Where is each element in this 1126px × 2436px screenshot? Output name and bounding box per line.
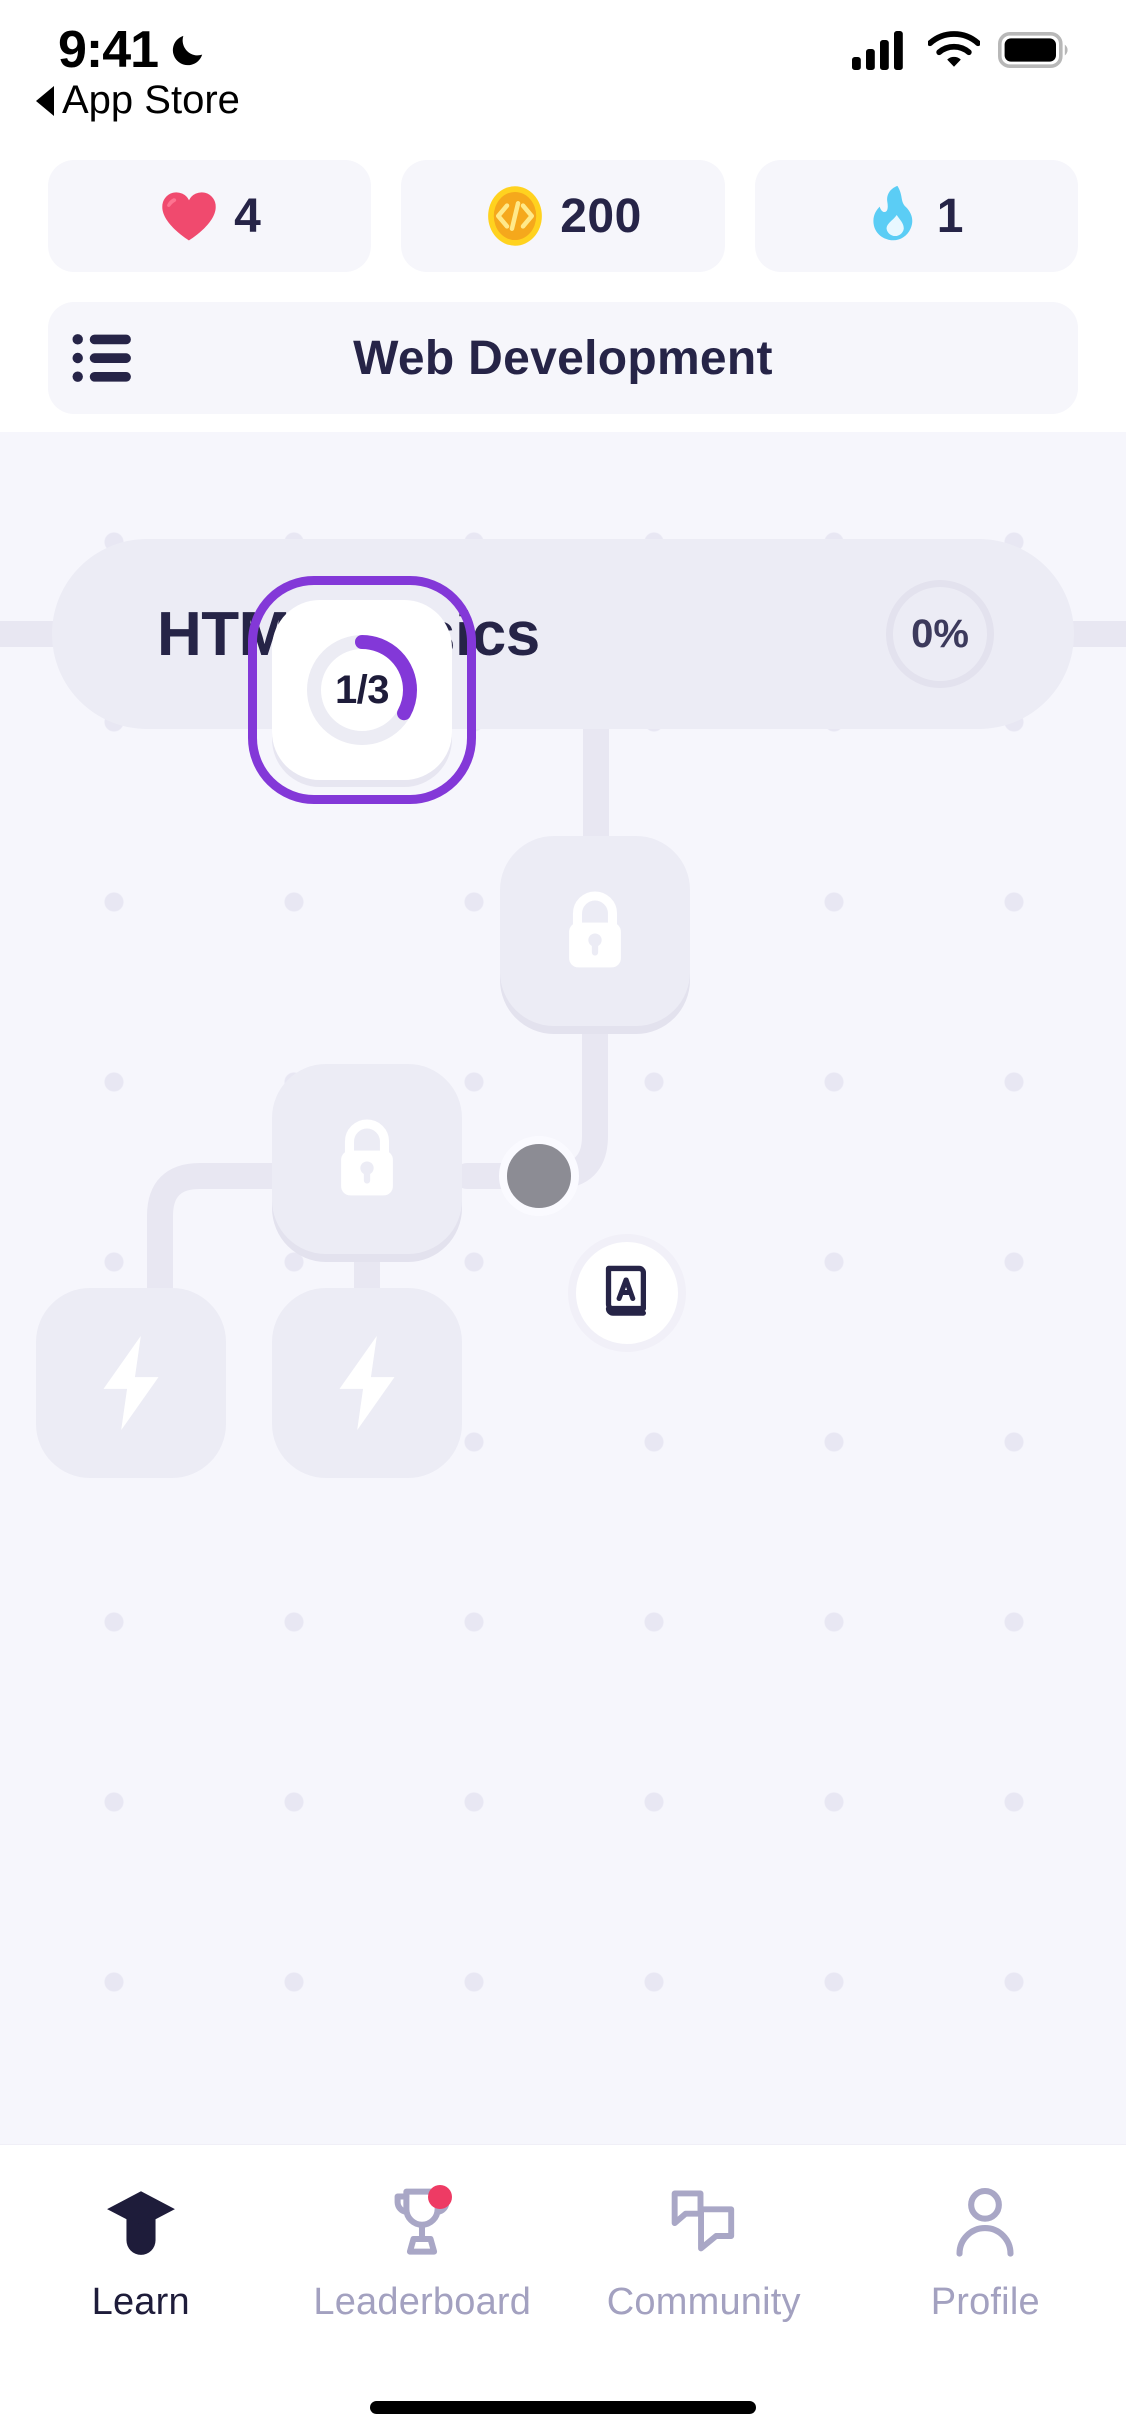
- app-screen: HTML Basics 0% 1/3: [0, 0, 1126, 2436]
- cellular-signal-icon: [852, 31, 903, 70]
- back-to-app-store[interactable]: App Store: [36, 78, 240, 123]
- dictionary-book-icon: [605, 1265, 647, 1316]
- home-indicator: [370, 2401, 756, 2414]
- nav-label-community: Community: [606, 2281, 801, 2323]
- flame-icon: [873, 185, 912, 241]
- stat-chip-lives[interactable]: 4: [48, 160, 372, 272]
- bolt-icon: [339, 1335, 395, 1431]
- lesson-node-active-surface: 1/3: [272, 600, 452, 780]
- course-menu-button[interactable]: [48, 302, 158, 414]
- learning-path-map[interactable]: HTML Basics 0% 1/3: [0, 432, 1126, 2144]
- stats-row: 4 200 1: [48, 160, 1078, 272]
- lesson-node-active[interactable]: 1/3: [248, 576, 476, 804]
- wifi-icon: [928, 31, 980, 67]
- unit-progress-ring: 0%: [886, 580, 994, 688]
- heart-icon: [162, 192, 216, 241]
- stat-value-streak: 1: [936, 189, 964, 243]
- lesson-node-bolt-2[interactable]: [272, 1288, 462, 1478]
- lesson-node-locked-2[interactable]: [272, 1064, 462, 1254]
- nav-item-learn[interactable]: Learn: [0, 2179, 282, 2324]
- stat-chip-coins[interactable]: 200: [401, 160, 725, 272]
- list-menu-icon: [72, 334, 131, 382]
- status-bar-right: [852, 30, 1070, 70]
- bolt-icon: [103, 1335, 159, 1431]
- coin-code-icon: [488, 186, 543, 246]
- bottom-navigation: Learn Leaderboard Community Profile: [0, 2144, 1126, 2436]
- app-header: 9:41 App Store 4 200 1 Web Development: [0, 0, 1126, 432]
- course-bar[interactable]: Web Development: [48, 302, 1078, 414]
- unit-progress-label: 0%: [911, 611, 969, 656]
- stat-chip-streak[interactable]: 1: [754, 160, 1078, 272]
- course-title: Web Development: [353, 331, 773, 385]
- nav-item-leaderboard[interactable]: Leaderboard: [282, 2179, 564, 2324]
- status-time: 9:41: [58, 21, 159, 79]
- chat-bubbles-icon: [671, 2190, 734, 2252]
- nav-label-profile: Profile: [930, 2281, 1040, 2323]
- path-marker-dot[interactable]: [499, 1136, 579, 1216]
- nav-label-leaderboard: Leaderboard: [313, 2281, 532, 2323]
- battery-full-icon: [998, 32, 1068, 68]
- nav-label-learn: Learn: [91, 2281, 190, 2323]
- stat-value-coins: 200: [560, 189, 642, 243]
- dictionary-button[interactable]: [568, 1234, 686, 1352]
- lock-icon: [569, 891, 621, 968]
- back-triangle-icon: [36, 85, 54, 116]
- nav-item-profile[interactable]: Profile: [845, 2179, 1126, 2324]
- stat-value-lives: 4: [234, 189, 262, 243]
- graduation-cap-icon: [106, 2191, 175, 2255]
- back-label: App Store: [62, 78, 240, 122]
- person-icon: [956, 2187, 1014, 2257]
- nav-item-community[interactable]: Community: [563, 2179, 845, 2324]
- lock-icon: [341, 1119, 393, 1196]
- moon-icon: [172, 35, 203, 66]
- lesson-node-bolt-1[interactable]: [36, 1288, 226, 1478]
- lesson-progress-label: 1/3: [334, 667, 390, 712]
- lesson-node-locked-1[interactable]: [500, 836, 690, 1026]
- unit-banner[interactable]: HTML Basics 0%: [52, 539, 1074, 729]
- status-bar-left: 9:41: [58, 20, 208, 80]
- lesson-progress-ring: 1/3: [300, 628, 424, 752]
